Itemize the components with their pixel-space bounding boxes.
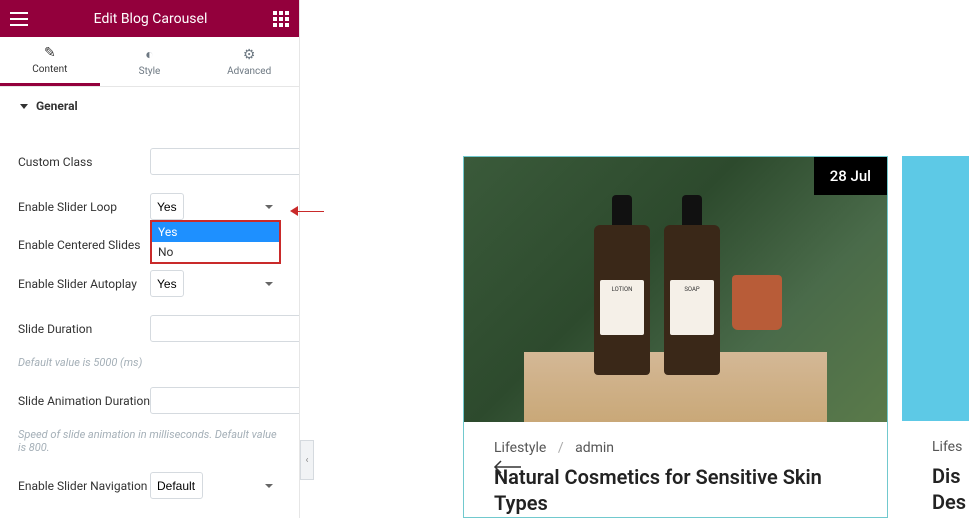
carousel-prev-arrow[interactable]: [493, 455, 521, 479]
caret-down-icon: [20, 104, 28, 109]
card-title[interactable]: Natural Cosmetics for Sensitive Skin Typ…: [494, 464, 857, 516]
enable-loop-dropdown: Yes No: [150, 220, 281, 264]
panel-title: Edit Blog Carousel: [94, 11, 208, 27]
card-title[interactable]: Dis Des: [932, 463, 939, 515]
enable-loop-label: Enable Slider Loop: [18, 200, 150, 214]
section-general[interactable]: General: [0, 87, 299, 125]
tab-style-label: Style: [139, 66, 161, 77]
card-body: Lifestyle / admin Natural Cosmetics for …: [464, 422, 887, 518]
control-enable-autoplay: Enable Slider Autoplay Yes: [18, 270, 281, 297]
pencil-icon: ✎: [44, 45, 56, 61]
image-bottle: SOAP: [664, 225, 720, 375]
tab-content-label: Content: [32, 64, 67, 75]
chevron-down-icon: [265, 205, 273, 209]
controls-area: Custom Class ≡ Enable Slider Loop Yes Ye…: [0, 125, 299, 518]
blog-card: LOTION SOAP 28 Jul Lifestyle / admin Nat…: [463, 156, 888, 518]
control-custom-class: Custom Class ≡: [18, 148, 281, 175]
card-author[interactable]: admin: [575, 440, 614, 456]
date-badge: 28 Jul: [814, 157, 887, 195]
control-slide-anim-duration: Slide Animation Duration ≡: [18, 387, 281, 414]
control-slide-duration: Slide Duration ≡: [18, 315, 281, 342]
chevron-down-icon: [265, 484, 273, 488]
bottle-label: SOAP: [670, 280, 714, 335]
enable-loop-select[interactable]: Yes: [150, 193, 184, 220]
tab-advanced-label: Advanced: [227, 66, 271, 77]
bottle-label: LOTION: [600, 280, 644, 335]
panel-collapse-handle[interactable]: ‹: [300, 440, 314, 480]
slide-duration-label: Slide Duration: [18, 322, 150, 336]
enable-centered-label: Enable Centered Slides: [18, 238, 150, 252]
apps-icon[interactable]: [273, 11, 289, 27]
annotation-arrow-line: [296, 211, 324, 212]
slide-duration-help: Default value is 5000 (ms): [18, 356, 281, 369]
section-general-label: General: [36, 99, 78, 113]
menu-icon[interactable]: [10, 12, 28, 26]
tabs: ✎ Content ◐ Style ⚙ Advanced: [0, 37, 299, 87]
enable-autoplay-select[interactable]: Yes: [150, 270, 184, 297]
panel-header: Edit Blog Carousel: [0, 0, 299, 37]
tab-advanced[interactable]: ⚙ Advanced: [199, 37, 299, 86]
option-no[interactable]: No: [152, 242, 279, 262]
annotation-arrow-head-icon: [290, 206, 298, 216]
enable-autoplay-label: Enable Slider Autoplay: [18, 277, 150, 291]
option-yes[interactable]: Yes: [152, 222, 279, 242]
card-image: LOTION SOAP 28 Jul: [464, 157, 887, 422]
gear-icon: ⚙: [243, 47, 256, 63]
card-category[interactable]: Lifes: [932, 439, 939, 455]
slide-duration-input[interactable]: [150, 315, 299, 342]
title-fragment: Des: [932, 490, 966, 514]
editor-panel: Edit Blog Carousel ✎ Content ◐ Style ⚙ A…: [0, 0, 300, 518]
blog-card-next: Lifes Dis Des: [902, 156, 969, 518]
control-enable-loop: Enable Slider Loop Yes Yes No: [18, 193, 281, 220]
enable-navigation-label: Enable Slider Navigation: [18, 479, 150, 493]
custom-class-label: Custom Class: [18, 155, 150, 169]
card-meta: Lifestyle / admin: [494, 440, 857, 456]
chevron-down-icon: [265, 282, 273, 286]
meta-separator: /: [558, 440, 564, 456]
image-bottle: LOTION: [594, 225, 650, 375]
slide-anim-duration-label: Slide Animation Duration: [18, 394, 150, 408]
arrow-left-icon: [493, 460, 521, 474]
half-circle-icon: ◐: [145, 46, 153, 63]
title-fragment: Dis: [932, 464, 961, 488]
tab-style[interactable]: ◐ Style: [100, 37, 200, 86]
tab-content[interactable]: ✎ Content: [0, 37, 100, 86]
card-body: Lifes Dis Des: [902, 421, 969, 518]
enable-navigation-select[interactable]: Default: [150, 472, 203, 499]
card-category[interactable]: Lifestyle: [494, 440, 546, 456]
control-enable-navigation: Enable Slider Navigation Default: [18, 472, 281, 499]
image-pot: [732, 275, 782, 330]
slide-anim-duration-help: Speed of slide animation in milliseconds…: [18, 428, 281, 454]
slide-anim-duration-input[interactable]: [150, 387, 299, 414]
custom-class-input[interactable]: [150, 148, 299, 175]
